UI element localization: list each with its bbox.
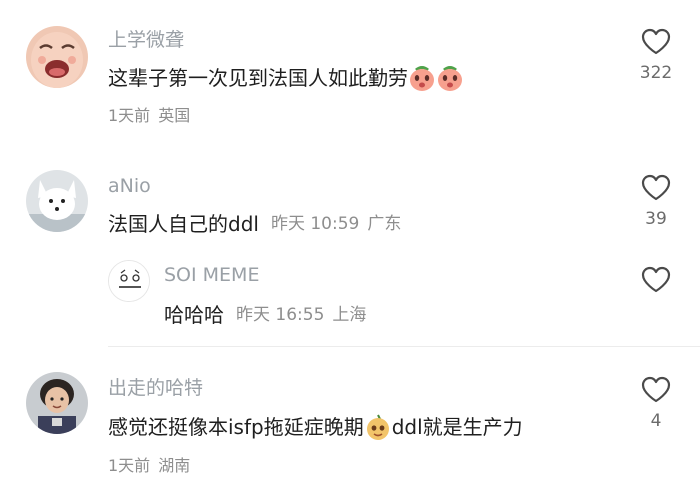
comment-item: 出走的哈特 感觉还挺像本isfp拖延症晚期 ddl就是生产力 1天前 湖南 4: [0, 352, 700, 499]
peach-emoji-icon: [438, 66, 462, 91]
white-fox-avatar-icon: [26, 170, 88, 232]
pear-face-emoji-icon: [366, 414, 389, 440]
like-count: 39: [645, 209, 667, 229]
soi-meme-logo-avatar-icon: [109, 261, 149, 301]
crying-baby-avatar-icon: [26, 26, 88, 88]
comment-date: 1天前: [108, 106, 151, 125]
divider: [108, 346, 700, 347]
avatar[interactable]: [108, 260, 150, 302]
comment-username[interactable]: aNio: [108, 177, 151, 196]
reply-meta: 昨天 16:55 上海: [236, 304, 367, 325]
comment-location: 广东: [367, 213, 402, 234]
comment-username[interactable]: 上学微聋: [108, 31, 184, 50]
like-button[interactable]: [626, 266, 686, 293]
like-count: 322: [639, 63, 673, 83]
comment-text-tail: ddl就是生产力: [391, 415, 523, 439]
reply-text: 哈哈哈 昨天 16:55 上海: [164, 305, 366, 325]
comment-item: aNio 法国人自己的ddl 昨天 10:59 广东 39 SOI MEME 哈哈…: [0, 150, 700, 340]
comment-text-body: 这辈子第一次见到法国人如此勤劳: [108, 66, 408, 90]
like-button[interactable]: 4: [626, 376, 686, 431]
comment-date: 1天前: [108, 456, 151, 475]
like-count: 4: [650, 411, 662, 431]
comment-item: 上学微聋 这辈子第一次见到法国人如此勤劳 1天前 英国 322: [0, 0, 700, 150]
comment-location: 湖南: [158, 456, 191, 475]
heart-outline-icon: [641, 266, 671, 293]
comment-text: 这辈子第一次见到法国人如此勤劳: [108, 64, 464, 92]
reply-item: SOI MEME 哈哈哈 昨天 16:55 上海: [0, 254, 700, 334]
like-button[interactable]: 39: [626, 174, 686, 229]
comment-meta: 1天前 英国: [108, 108, 190, 124]
reply-date: 昨天 16:55: [236, 304, 325, 325]
comment-meta: 昨天 10:59 广东: [270, 213, 402, 234]
avatar[interactable]: [26, 26, 88, 88]
comment-text-body: 感觉还挺像本isfp拖延症晚期: [108, 415, 364, 439]
reply-username[interactable]: SOI MEME: [164, 266, 259, 285]
heart-outline-icon: [641, 376, 671, 403]
reply-text-body: 哈哈哈: [164, 303, 224, 327]
heart-outline-icon: [641, 28, 671, 55]
avatar[interactable]: [26, 372, 88, 434]
comment-location: 英国: [158, 106, 191, 125]
comment-username[interactable]: 出走的哈特: [108, 379, 203, 398]
like-button[interactable]: 322: [626, 28, 686, 83]
avatar[interactable]: [26, 170, 88, 232]
comment-text: 法国人自己的ddl 昨天 10:59 广东: [108, 214, 401, 234]
peach-emoji-icon: [410, 66, 434, 91]
reply-location: 上海: [332, 304, 367, 325]
comment-meta: 1天前 湖南: [108, 458, 190, 474]
comment-text: 感觉还挺像本isfp拖延症晚期 ddl就是生产力: [108, 413, 523, 441]
comment-text-body: 法国人自己的ddl: [108, 212, 259, 236]
heart-outline-icon: [641, 174, 671, 201]
comment-date: 昨天 10:59: [270, 213, 360, 234]
child-photo-avatar-icon: [26, 372, 88, 434]
